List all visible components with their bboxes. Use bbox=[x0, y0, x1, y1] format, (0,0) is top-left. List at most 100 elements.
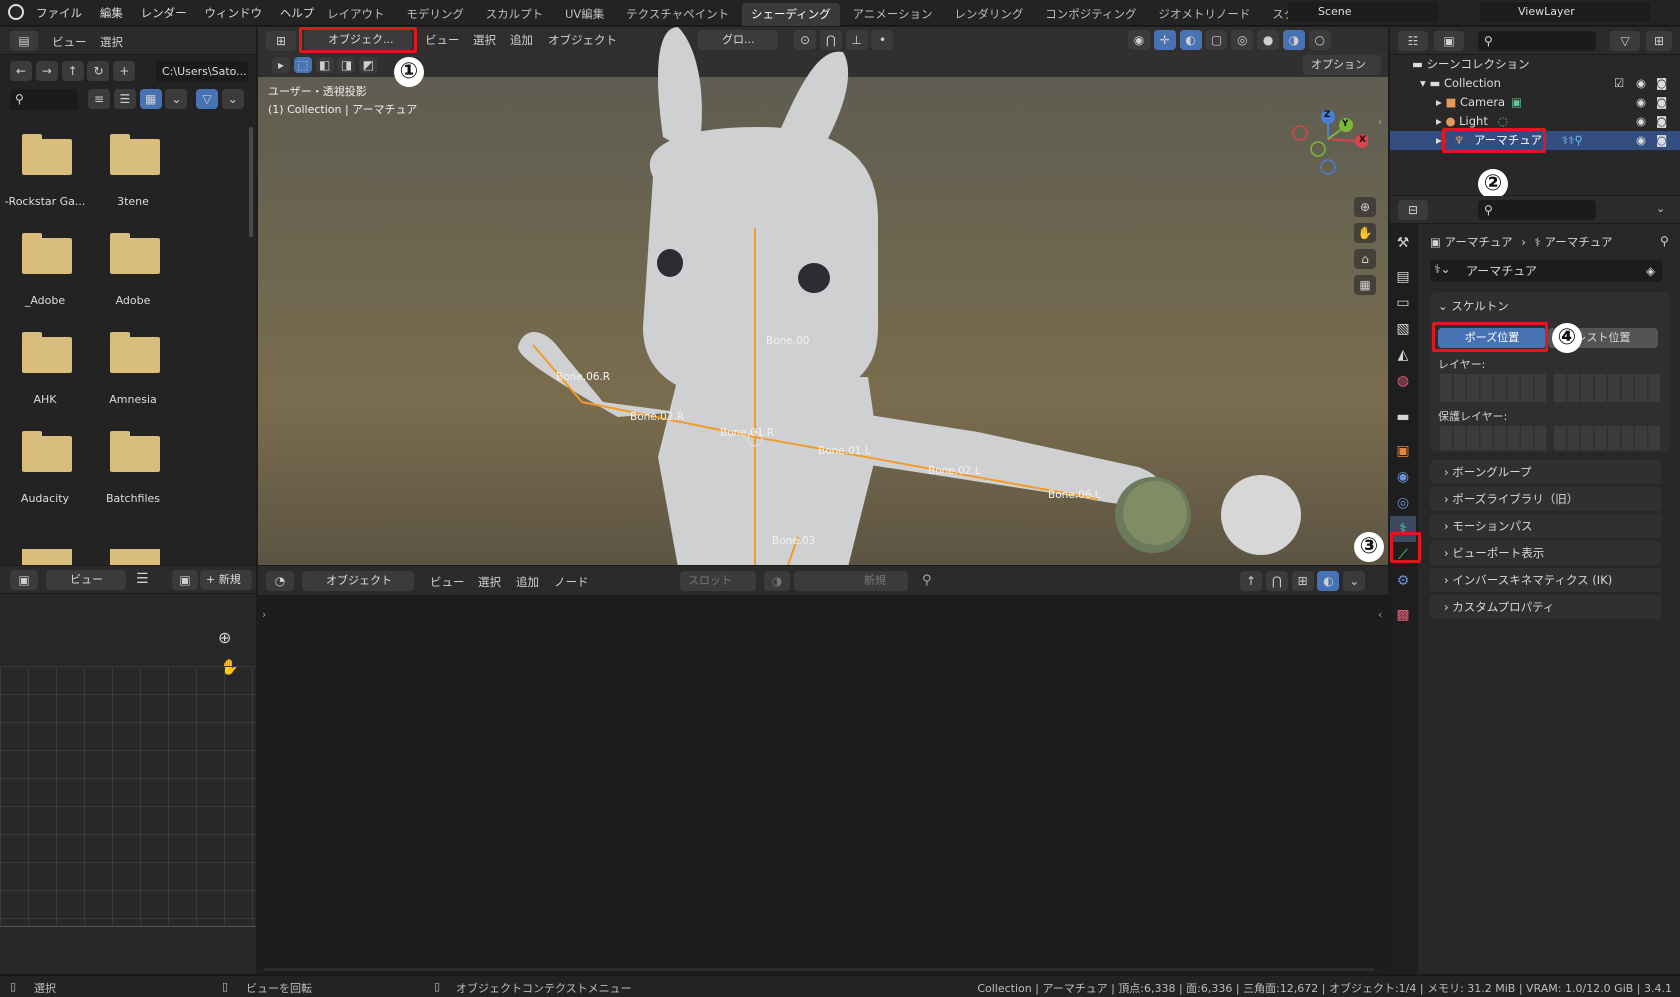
new-folder-icon[interactable]: + bbox=[113, 61, 136, 81]
outliner-item-camera[interactable]: ▸ ■ Camera ▣ ◉ ◙ bbox=[1436, 93, 1670, 112]
properties-search-field[interactable]: ⚲ bbox=[1478, 200, 1596, 220]
sort-dropdown-icon[interactable]: ⌄ bbox=[165, 89, 188, 109]
output-tab-icon[interactable]: ▭ bbox=[1390, 290, 1416, 316]
world-tab-icon[interactable]: ◍ bbox=[1390, 368, 1416, 394]
menu-edit[interactable]: 編集 bbox=[100, 5, 123, 21]
ne-menu-node[interactable]: ノード bbox=[554, 574, 589, 590]
folder-item[interactable]: Audacity bbox=[2, 431, 88, 505]
section-viewport-display[interactable]: › ビューポート表示 bbox=[1430, 541, 1662, 565]
collapse-arrow-icon[interactable]: ‹ bbox=[1378, 117, 1382, 128]
tab-layout[interactable]: レイアウト bbox=[318, 3, 394, 26]
scene-selector[interactable]: Scene bbox=[1288, 2, 1438, 22]
scene-collection-row[interactable]: ▬ シーンコレクション bbox=[1412, 55, 1529, 74]
refresh-icon[interactable]: ↻ bbox=[87, 61, 110, 81]
armature-data-name-field[interactable]: アーマチュア bbox=[1430, 260, 1662, 282]
checkbox-icon[interactable]: ☑ bbox=[1614, 74, 1624, 93]
layer-block[interactable] bbox=[1440, 374, 1546, 402]
image-editor-grid[interactable] bbox=[0, 666, 256, 926]
folder-item[interactable]: -Rockstar Ga... bbox=[2, 134, 88, 208]
ne-menu-view[interactable]: ビュー bbox=[430, 574, 465, 590]
tool-tab-icon[interactable]: ⚒ bbox=[1390, 230, 1416, 256]
overlay-dropdown-icon[interactable]: ⌄ bbox=[1343, 571, 1366, 591]
outliner-search-field[interactable]: ⚲ bbox=[1478, 31, 1596, 51]
tab-uv-editing[interactable]: UV編集 bbox=[556, 3, 613, 26]
tab-geometry-nodes[interactable]: ジオメトリノード bbox=[1149, 3, 1259, 26]
path-field[interactable]: C:\Users\Sato... bbox=[156, 61, 248, 82]
forward-arrow-icon[interactable]: → bbox=[35, 61, 58, 81]
image-browse-icon[interactable]: ▣ bbox=[172, 570, 198, 590]
snap-mode-icon[interactable]: ⊞ bbox=[1291, 571, 1314, 591]
options-dropdown-icon[interactable]: ⌄ bbox=[1656, 202, 1665, 215]
new-collection-icon[interactable]: ⊞ bbox=[1646, 31, 1672, 51]
section-bone-groups[interactable]: › ボーングループ bbox=[1430, 460, 1662, 484]
pin-icon[interactable]: ⚲ bbox=[1660, 234, 1669, 248]
tab-modeling[interactable]: モデリング bbox=[397, 3, 473, 26]
zoom-icon[interactable]: ⊕ bbox=[1354, 197, 1376, 217]
folder-item[interactable]: Batchfiles bbox=[90, 431, 176, 505]
tab-shading[interactable]: シェーディング bbox=[741, 3, 840, 26]
section-custom-properties[interactable]: › カスタムプロパティ bbox=[1430, 595, 1662, 619]
view-layer-tab-icon[interactable]: ▧ bbox=[1390, 316, 1416, 342]
fake-user-shield-icon[interactable]: ◈ bbox=[1646, 264, 1655, 278]
scrollbar[interactable] bbox=[249, 127, 253, 237]
eye-icon[interactable]: ◉ bbox=[1636, 112, 1646, 131]
3d-viewport[interactable]: ⊞ オブジェク... ビュー 選択 追加 オブジェクト グロ... ⊙ ⋂ ⊥ … bbox=[258, 27, 1388, 565]
fb-menu-view[interactable]: ビュー bbox=[52, 34, 87, 50]
pan-hand-icon[interactable]: ✋ bbox=[1354, 223, 1376, 243]
editor-type-icon[interactable]: ◔ bbox=[266, 571, 294, 591]
shader-node-editor[interactable]: ◔ オブジェクト ビュー 選択 追加 ノード スロット ◑ 新規 ⚲ ↑ ⋂ ⊞… bbox=[258, 566, 1388, 974]
object-tab-icon[interactable]: ▣ bbox=[1390, 438, 1416, 464]
overlay-toggle-icon[interactable]: ◐ bbox=[1317, 571, 1340, 591]
fb-menu-select[interactable]: 選択 bbox=[100, 34, 123, 50]
physics-tab-icon[interactable]: ◎ bbox=[1390, 490, 1416, 516]
section-inverse-kinematics[interactable]: › インバースキネマティクス (IK) bbox=[1430, 568, 1662, 592]
character-mesh[interactable] bbox=[258, 27, 1388, 565]
layer-block[interactable] bbox=[1440, 426, 1546, 450]
filter-icon[interactable]: ▽ bbox=[196, 89, 218, 109]
parent-node-tree-icon[interactable]: ↑ bbox=[1240, 571, 1262, 591]
camera-render-icon[interactable]: ◙ bbox=[1656, 93, 1667, 112]
zoom-icon[interactable]: ⊕ bbox=[218, 628, 231, 647]
navigation-gizmo[interactable] bbox=[1288, 87, 1368, 187]
folder-item[interactable]: Adobe bbox=[90, 233, 176, 307]
ne-new-material-button[interactable]: 新規 bbox=[794, 571, 908, 591]
eye-icon[interactable]: ◉ bbox=[1636, 74, 1646, 93]
file-search-field[interactable]: ⚲ bbox=[10, 89, 78, 110]
menu-window[interactable]: ウィンドウ bbox=[204, 5, 262, 21]
expand-arrow-icon[interactable]: › bbox=[262, 608, 266, 621]
camera-render-icon[interactable]: ◙ bbox=[1656, 112, 1667, 131]
bone-constraint-tab-icon[interactable]: ⚙ bbox=[1390, 568, 1416, 594]
menu-render[interactable]: レンダー bbox=[141, 5, 187, 21]
collapse-arrow-icon[interactable]: ‹ bbox=[1378, 608, 1382, 621]
modifier-tab-icon[interactable]: ◉ bbox=[1390, 464, 1416, 490]
menu-help[interactable]: ヘルプ bbox=[280, 5, 315, 21]
expand-arrow-icon[interactable]: ▸ bbox=[1436, 131, 1442, 150]
collection-row[interactable]: ▾ ▬ Collection ☑ ◉ ◙ bbox=[1420, 74, 1670, 93]
display-mode-icon[interactable]: ▣ bbox=[1434, 31, 1464, 51]
ne-menu-select[interactable]: 選択 bbox=[478, 574, 501, 590]
scene-tab-icon[interactable]: ◭ bbox=[1390, 342, 1416, 368]
tab-rendering[interactable]: レンダリング bbox=[945, 3, 1032, 26]
menu-file[interactable]: ファイル bbox=[36, 5, 82, 21]
camera-render-icon[interactable]: ◙ bbox=[1656, 74, 1667, 93]
layer-block[interactable] bbox=[1554, 374, 1660, 402]
filter-dropdown-icon[interactable]: ⌄ bbox=[221, 89, 244, 109]
texture-tab-icon[interactable]: ▩ bbox=[1390, 602, 1416, 628]
snap-icon[interactable]: ⋂ bbox=[1265, 571, 1288, 591]
thumbnail-view-icon[interactable]: ▦ bbox=[139, 89, 162, 109]
slot-dropdown[interactable]: スロット bbox=[680, 571, 756, 591]
collection-tab-icon[interactable]: ▬ bbox=[1390, 404, 1416, 430]
armature-browse-icon[interactable]: ⚕⌄ bbox=[1434, 262, 1451, 276]
protected-layers-grid[interactable] bbox=[1440, 426, 1660, 450]
editor-type-icon[interactable]: ☷ bbox=[1398, 31, 1428, 51]
filter-icon[interactable]: ▽ bbox=[1610, 31, 1640, 51]
tab-texture-paint[interactable]: テクスチャペイント bbox=[617, 3, 738, 26]
tab-animation[interactable]: アニメーション bbox=[844, 3, 942, 26]
back-arrow-icon[interactable]: ← bbox=[10, 61, 32, 81]
pin-icon[interactable]: ⚲ bbox=[922, 573, 932, 588]
material-browse-icon[interactable]: ◑ bbox=[764, 571, 790, 591]
editor-type-icon[interactable]: ⊟ bbox=[1398, 200, 1428, 220]
skeleton-header[interactable]: ⌄ スケルトン bbox=[1438, 298, 1509, 314]
list-horizontal-icon[interactable]: ☰ bbox=[113, 89, 136, 109]
folder-item[interactable]: 3tene bbox=[90, 134, 176, 208]
